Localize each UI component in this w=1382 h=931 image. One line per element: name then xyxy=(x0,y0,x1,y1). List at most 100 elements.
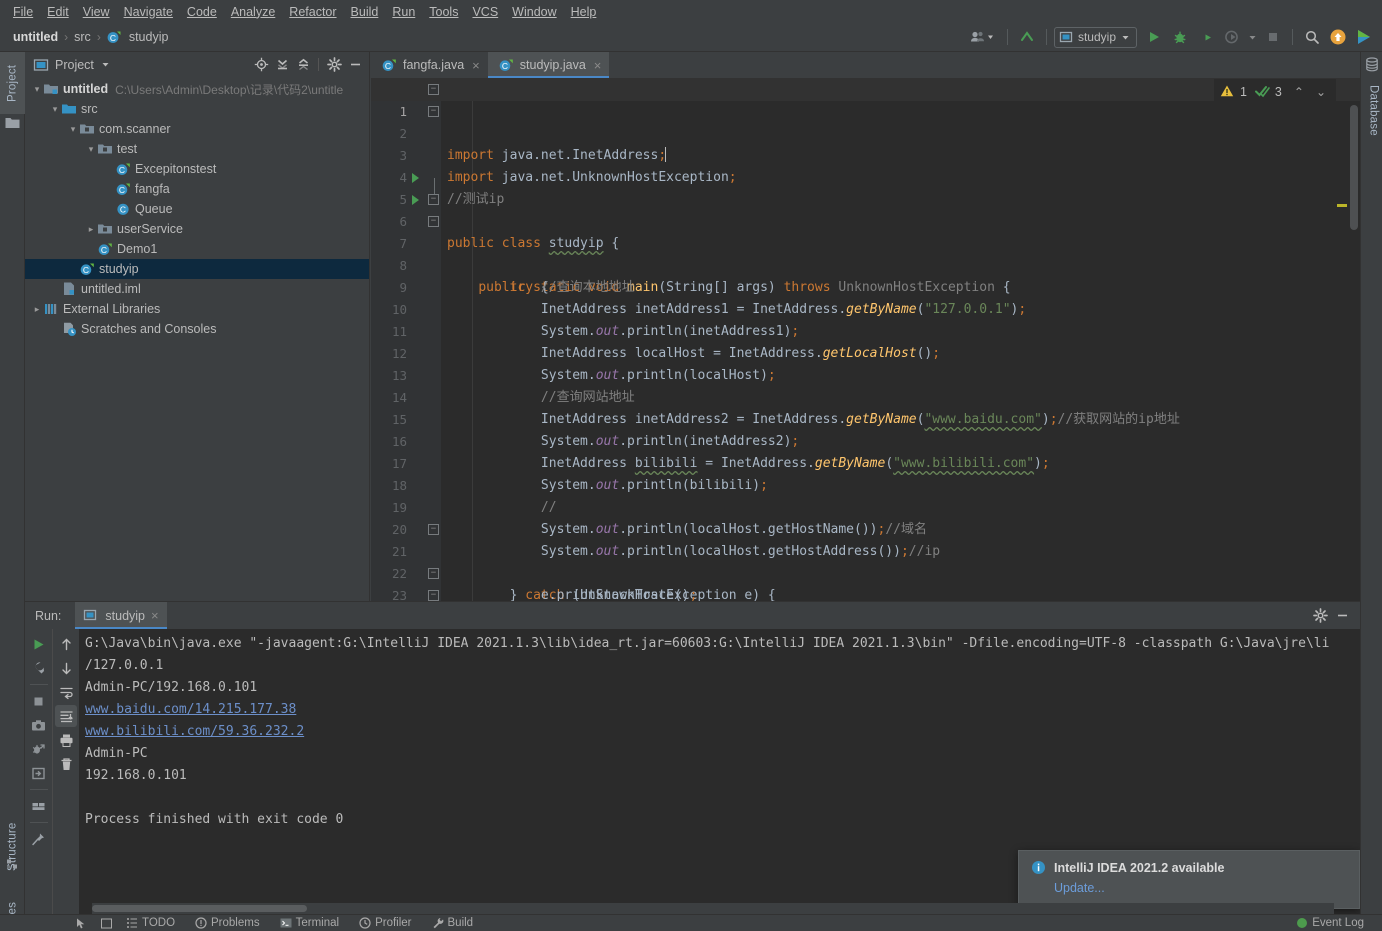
layout-icon[interactable] xyxy=(28,795,50,817)
console-scrollbar-thumb[interactable] xyxy=(92,905,307,912)
tree-node-demo1[interactable]: C Demo1 xyxy=(25,239,369,259)
tree-node-fangfa[interactable]: C fangfa xyxy=(25,179,369,199)
clear-all-icon[interactable] xyxy=(55,753,77,775)
code-line-16[interactable]: 16 InetAddress bilibili = InetAddress.ge… xyxy=(371,409,1360,471)
close-icon[interactable]: × xyxy=(151,608,159,623)
chevron-right-icon[interactable]: ▸ xyxy=(31,299,43,319)
tree-node-scratches[interactable]: Scratches and Consoles xyxy=(25,319,369,339)
code-line-17[interactable]: 17 System.out.println(bilibili); xyxy=(371,431,1360,493)
hide-panel-icon[interactable] xyxy=(345,55,365,75)
status-item-problems[interactable]: Problems xyxy=(185,917,270,929)
run-button[interactable] xyxy=(1142,26,1166,48)
code-line-14[interactable]: 14 InetAddress inetAddress2 = InetAddres… xyxy=(371,365,1360,427)
rerun-icon[interactable] xyxy=(28,633,50,655)
code-line-22[interactable]: 22 e.printStackTrace(); xyxy=(371,541,1360,601)
code-line-21[interactable]: 21 − } catch (UnknownHostException e) { xyxy=(371,519,1360,601)
profile-dropdown-icon[interactable] xyxy=(1246,26,1259,48)
code-line-13[interactable]: 13 //查询网站地址 xyxy=(371,343,1360,405)
fold-minus-icon[interactable]: − xyxy=(428,590,439,601)
code-line-1[interactable]: 1 − import java.net.InetAddress; xyxy=(371,79,1360,163)
code-line-23[interactable]: 23 − } xyxy=(371,563,1360,601)
run-gutter-icon[interactable] xyxy=(412,173,419,183)
console-link-baidu[interactable]: www.baidu.com/14.215.177.38 xyxy=(85,702,296,717)
fold-minus-icon[interactable]: − xyxy=(428,524,439,535)
run-with-coverage-button[interactable] xyxy=(1194,26,1218,48)
code-line-3[interactable]: 3 xyxy=(371,123,1360,163)
fold-minus-icon[interactable]: − xyxy=(428,106,439,117)
scrollbar-thumb[interactable] xyxy=(1350,105,1358,230)
menu-item-vcs[interactable]: VCS xyxy=(465,3,505,21)
code-line-5[interactable]: 5 public class studyip { xyxy=(371,167,1360,251)
console-horizontal-scrollbar[interactable] xyxy=(92,903,1334,914)
tree-node-userservice[interactable]: ▸ userService xyxy=(25,219,369,239)
status-terminal-small-icon[interactable] xyxy=(97,918,116,929)
previous-highlight-icon[interactable]: ⌃ xyxy=(1290,85,1308,99)
notification-balloon[interactable]: IntelliJ IDEA 2021.2 available Update... xyxy=(1018,850,1360,909)
code-line-2[interactable]: 2 − import java.net.UnknownHostException… xyxy=(371,101,1360,185)
console-link-bilibili[interactable]: www.bilibili.com/59.36.232.2 xyxy=(85,724,304,739)
code-line-15[interactable]: 15 System.out.println(inetAddress2); xyxy=(371,387,1360,449)
status-item-terminal[interactable]: Terminal xyxy=(270,917,349,929)
chevron-right-icon[interactable]: ▸ xyxy=(85,219,97,239)
menu-item-window[interactable]: Window xyxy=(505,3,563,21)
tree-node-queue[interactable]: C Queue xyxy=(25,199,369,219)
stop-icon[interactable] xyxy=(28,690,50,712)
profile-button[interactable] xyxy=(1220,26,1244,48)
updates-available-icon[interactable] xyxy=(1326,26,1350,48)
fold-minus-icon[interactable]: − xyxy=(428,194,439,205)
menu-item-analyze[interactable]: Analyze xyxy=(224,3,282,21)
tree-node-src[interactable]: ▾ src xyxy=(25,99,369,119)
run-tab-studyip[interactable]: studyip × xyxy=(75,602,167,629)
source-code[interactable]: 1 − import java.net.InetAddress; 2 − imp… xyxy=(371,79,1360,601)
export-icon[interactable] xyxy=(28,762,50,784)
update-project-icon[interactable] xyxy=(1015,26,1039,48)
menu-item-build[interactable]: Build xyxy=(344,3,386,21)
stop-button[interactable] xyxy=(1261,26,1285,48)
menu-item-run[interactable]: Run xyxy=(385,3,422,21)
menu-item-code[interactable]: Code xyxy=(180,3,224,21)
inspection-widget[interactable]: 1 3 ⌃ ⌄ xyxy=(1213,79,1336,105)
tree-node-studyip[interactable]: C studyip xyxy=(25,259,369,279)
code-line-10[interactable]: 10 System.out.println(inetAddress1); xyxy=(371,277,1360,339)
tree-node-untitled-iml[interactable]: untitled.iml xyxy=(25,279,369,299)
menu-item-help[interactable]: Help xyxy=(564,3,604,21)
code-line-24[interactable]: 24 − } xyxy=(371,585,1360,601)
breadcrumb-src[interactable]: src xyxy=(71,29,94,45)
chevron-down-icon[interactable]: ▾ xyxy=(31,79,43,99)
status-item-event-log[interactable]: Event Log xyxy=(1286,917,1382,929)
down-arrow-icon[interactable] xyxy=(55,657,77,679)
editor-scrollbar[interactable] xyxy=(1348,105,1360,601)
menu-item-tools[interactable]: Tools xyxy=(422,3,465,21)
chevron-down-icon[interactable]: ▾ xyxy=(49,99,61,119)
tab-fangfa-java[interactable]: C fangfa.java × xyxy=(371,52,488,78)
collapse-all-icon[interactable] xyxy=(293,55,313,75)
screenshot-icon[interactable] xyxy=(28,714,50,736)
print-icon[interactable] xyxy=(55,729,77,751)
code-line-12[interactable]: 12 System.out.println(localHost); xyxy=(371,321,1360,383)
breadcrumb-project[interactable]: untitled xyxy=(10,29,61,45)
chevron-down-icon[interactable]: ▾ xyxy=(67,119,79,139)
chevron-down-icon[interactable]: ▾ xyxy=(85,139,97,159)
next-highlight-icon[interactable]: ⌄ xyxy=(1312,85,1330,99)
tree-node-excepitonstest[interactable]: C Excepitonstest xyxy=(25,159,369,179)
user-dropdown-icon[interactable] xyxy=(966,26,1000,48)
notification-update-link[interactable]: Update... xyxy=(1054,881,1105,895)
tree-node-test[interactable]: ▾ test xyxy=(25,139,369,159)
code-line-11[interactable]: 11 InetAddress localHost = InetAddress.g… xyxy=(371,299,1360,361)
sidebar-item-database[interactable]: Database xyxy=(1361,74,1382,146)
status-item-todo[interactable]: TODO xyxy=(116,917,185,929)
up-arrow-icon[interactable] xyxy=(55,633,77,655)
sidebar-item-project[interactable]: Project xyxy=(0,52,25,114)
soft-wrap-icon[interactable] xyxy=(55,681,77,703)
code-editor[interactable]: 1 − import java.net.InetAddress; 2 − imp… xyxy=(371,79,1360,601)
menu-item-file[interactable]: File xyxy=(6,3,40,21)
status-item-profiler[interactable]: Profiler xyxy=(349,917,421,929)
tab-studyip-java[interactable]: C studyip.java × xyxy=(487,52,610,78)
ide-features-trainer-icon[interactable] xyxy=(1352,26,1376,48)
settings-gear-icon[interactable] xyxy=(324,55,344,75)
fold-minus-icon[interactable]: − xyxy=(428,84,439,95)
tree-node-com-scanner[interactable]: ▾ com.scanner xyxy=(25,119,369,139)
locate-icon[interactable] xyxy=(251,55,271,75)
project-tree[interactable]: ▾ untitled C:\Users\Admin\Desktop\记录\代码2… xyxy=(25,77,369,601)
code-line-4[interactable]: 4 //测试ip xyxy=(371,145,1360,207)
